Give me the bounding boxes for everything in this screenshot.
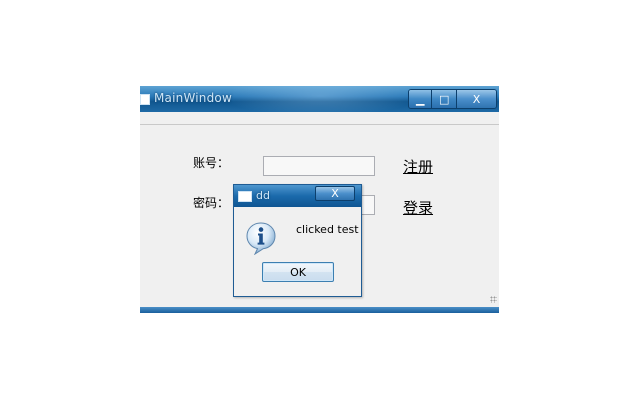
message-dialog: dd X clicked test OK [233, 184, 362, 297]
ok-button-label: OK [290, 265, 306, 279]
dialog-window-icon [238, 191, 252, 202]
main-titlebar[interactable]: MainWindow ▁ □ X [140, 86, 499, 112]
login-link[interactable]: 登录 [403, 197, 433, 218]
password-label: 密码： [193, 196, 230, 210]
status-bar [140, 307, 499, 313]
dialog-close-button[interactable]: X [315, 186, 355, 201]
info-icon [246, 222, 276, 255]
window-title: MainWindow [154, 91, 232, 105]
dialog-title: dd [256, 189, 270, 202]
window-icon [140, 94, 150, 105]
dialog-titlebar[interactable]: dd X [234, 185, 361, 207]
minimize-button[interactable]: ▁ [409, 90, 433, 108]
ok-button[interactable]: OK [262, 262, 334, 282]
close-icon: X [331, 187, 339, 200]
close-icon: X [472, 92, 481, 106]
close-button[interactable]: X [456, 90, 496, 108]
minimize-icon: ▁ [416, 92, 425, 106]
window-controls: ▁ □ X [408, 89, 497, 109]
dialog-message: clicked test [296, 223, 359, 236]
maximize-icon: □ [438, 92, 450, 106]
titlebar-glow [220, 86, 420, 112]
maximize-button[interactable]: □ [432, 90, 457, 108]
register-link[interactable]: 注册 [403, 156, 433, 177]
account-label: 账号： [193, 156, 230, 170]
resize-grip[interactable] [490, 296, 497, 303]
account-input[interactable] [263, 156, 375, 176]
toolbar-divider [140, 124, 499, 125]
